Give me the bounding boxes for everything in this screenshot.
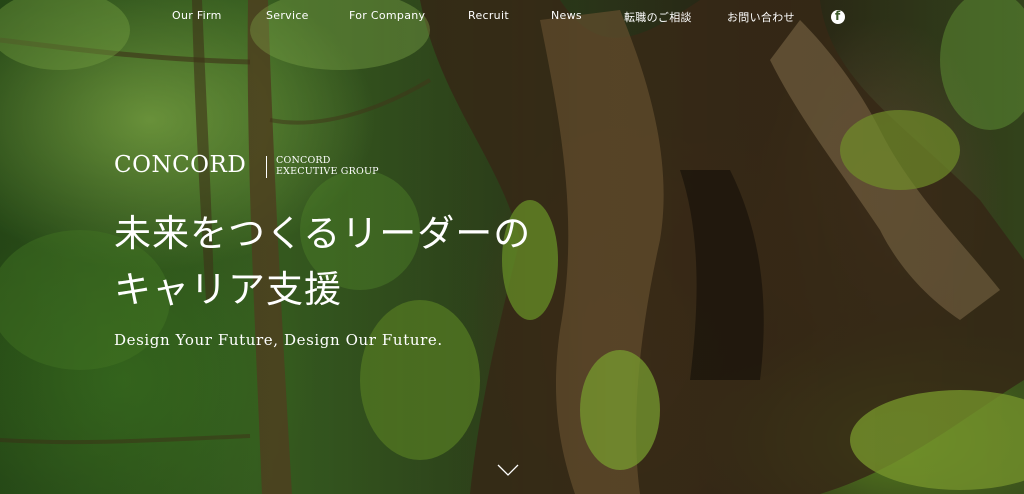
facebook-icon[interactable]: f: [831, 9, 845, 24]
hero-headline-line2: キャリア支援: [114, 268, 342, 311]
hero-tagline: Design Your Future, Design Our Future.: [114, 331, 443, 349]
nav-our-firm[interactable]: Our Firm: [172, 9, 222, 22]
logo-subtitle: CONCORD EXECUTIVE GROUP: [276, 155, 379, 177]
chevron-down-icon[interactable]: [496, 462, 520, 478]
hero-headline: 未来をつくるリーダーの キャリア支援: [114, 206, 531, 318]
nav-service[interactable]: Service: [266, 9, 309, 22]
main-nav: Our Firm Service For Company Recruit New…: [0, 9, 1024, 27]
nav-for-company[interactable]: For Company: [349, 9, 425, 22]
hero-headline-line1: 未来をつくるリーダーの: [114, 212, 532, 255]
logo-divider: [266, 156, 267, 178]
logo-subtitle-line2: EXECUTIVE GROUP: [276, 166, 379, 177]
logo-subtitle-line1: CONCORD: [276, 155, 331, 166]
nav-career-consultation[interactable]: 転職のご相談: [624, 9, 692, 25]
nav-contact[interactable]: お問い合わせ: [727, 9, 795, 25]
logo-wordmark: CONCORD: [114, 152, 247, 178]
nav-news[interactable]: News: [551, 9, 582, 22]
nav-recruit[interactable]: Recruit: [468, 9, 509, 22]
